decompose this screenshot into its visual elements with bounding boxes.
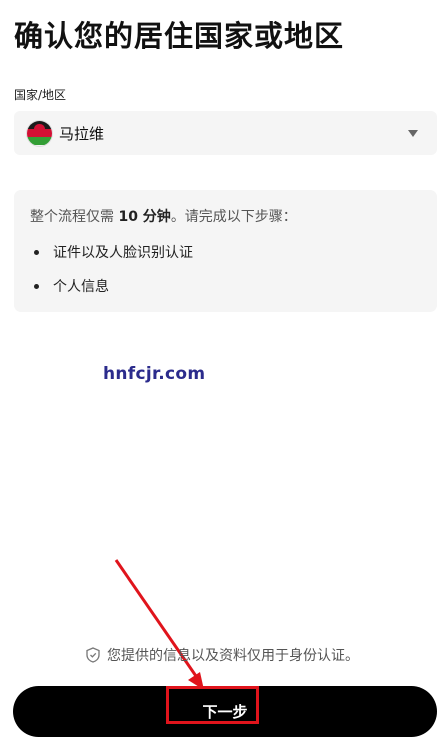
privacy-note: 您提供的信息以及资料仅用于身份认证。 [0, 645, 445, 665]
shield-icon [86, 647, 100, 663]
next-step-label: 下一步 [202, 704, 248, 721]
next-step-button[interactable]: 下一步 [13, 686, 437, 737]
annotation-arrow-icon [114, 559, 204, 690]
privacy-text: 您提供的信息以及资料仅用于身份认证。 [107, 648, 359, 664]
